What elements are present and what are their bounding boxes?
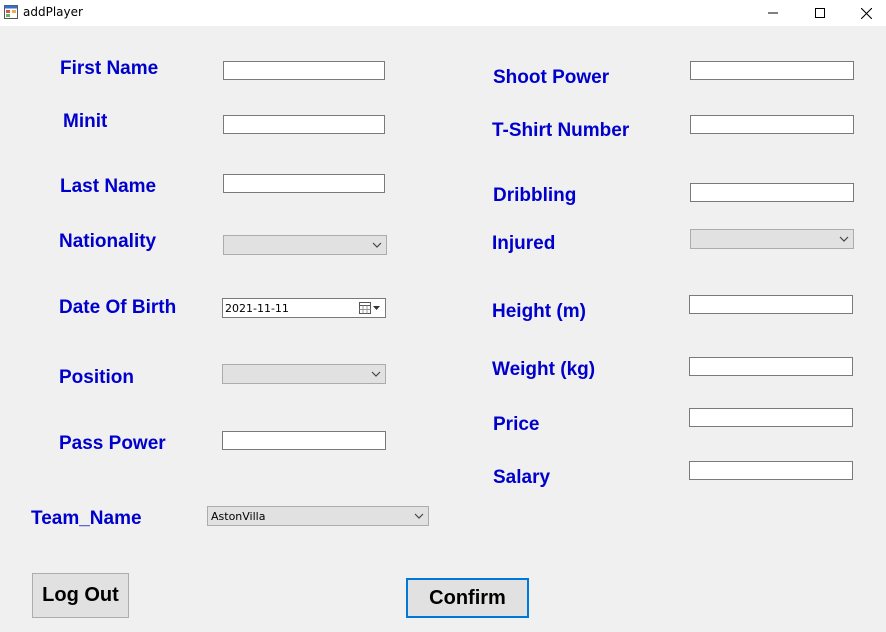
weight-label: Weight (kg) [492,359,596,380]
chevron-down-icon [371,371,381,377]
nationality-label: Nationality [59,231,157,252]
shoot-power-input[interactable] [690,61,854,80]
height-label: Height (m) [492,301,586,322]
team-name-label: Team_Name [31,508,142,529]
confirm-button[interactable]: Confirm [406,578,529,618]
salary-input[interactable] [689,461,853,480]
dribbling-input[interactable] [690,183,854,202]
close-button[interactable] [843,0,886,26]
date-of-birth-picker[interactable]: 2021-11-11 [222,298,386,318]
nationality-dropdown[interactable] [223,235,387,255]
date-of-birth-label: Date Of Birth [59,297,177,318]
injured-dropdown[interactable] [690,229,854,249]
chevron-down-icon [414,513,424,519]
shoot-power-label: Shoot Power [493,67,610,88]
position-label: Position [59,367,134,388]
position-dropdown[interactable] [222,364,386,384]
maximize-icon [815,8,825,18]
price-label: Price [493,414,540,435]
title-bar: addPlayer [0,0,886,26]
tshirt-number-label: T-Shirt Number [492,120,630,141]
window-title: addPlayer [23,5,83,19]
team-name-dropdown[interactable]: AstonVilla [207,506,429,526]
salary-label: Salary [493,467,551,488]
injured-label: Injured [492,233,556,254]
weight-input[interactable] [689,357,853,376]
calendar-dropdown-icon [359,302,380,314]
minimize-icon [768,12,778,14]
team-name-value: AstonVilla [211,510,266,523]
chevron-down-icon [839,236,849,242]
first-name-label: First Name [60,58,159,79]
first-name-input[interactable] [223,61,385,80]
maximize-button[interactable] [797,0,843,26]
app-form-icon [4,5,18,19]
chevron-down-icon [372,242,382,248]
minit-input[interactable] [223,115,385,134]
minit-label: Minit [63,111,108,132]
height-input[interactable] [689,295,853,314]
dribbling-label: Dribbling [493,185,577,206]
pass-power-label: Pass Power [59,433,166,454]
tshirt-number-input[interactable] [690,115,854,134]
minimize-button[interactable] [750,0,796,26]
close-icon [860,7,872,19]
price-input[interactable] [689,408,853,427]
pass-power-input[interactable] [222,431,386,450]
last-name-label: Last Name [60,176,157,197]
last-name-input[interactable] [223,174,385,193]
date-of-birth-value: 2021-11-11 [225,302,289,315]
logout-button[interactable]: Log Out [32,573,129,618]
